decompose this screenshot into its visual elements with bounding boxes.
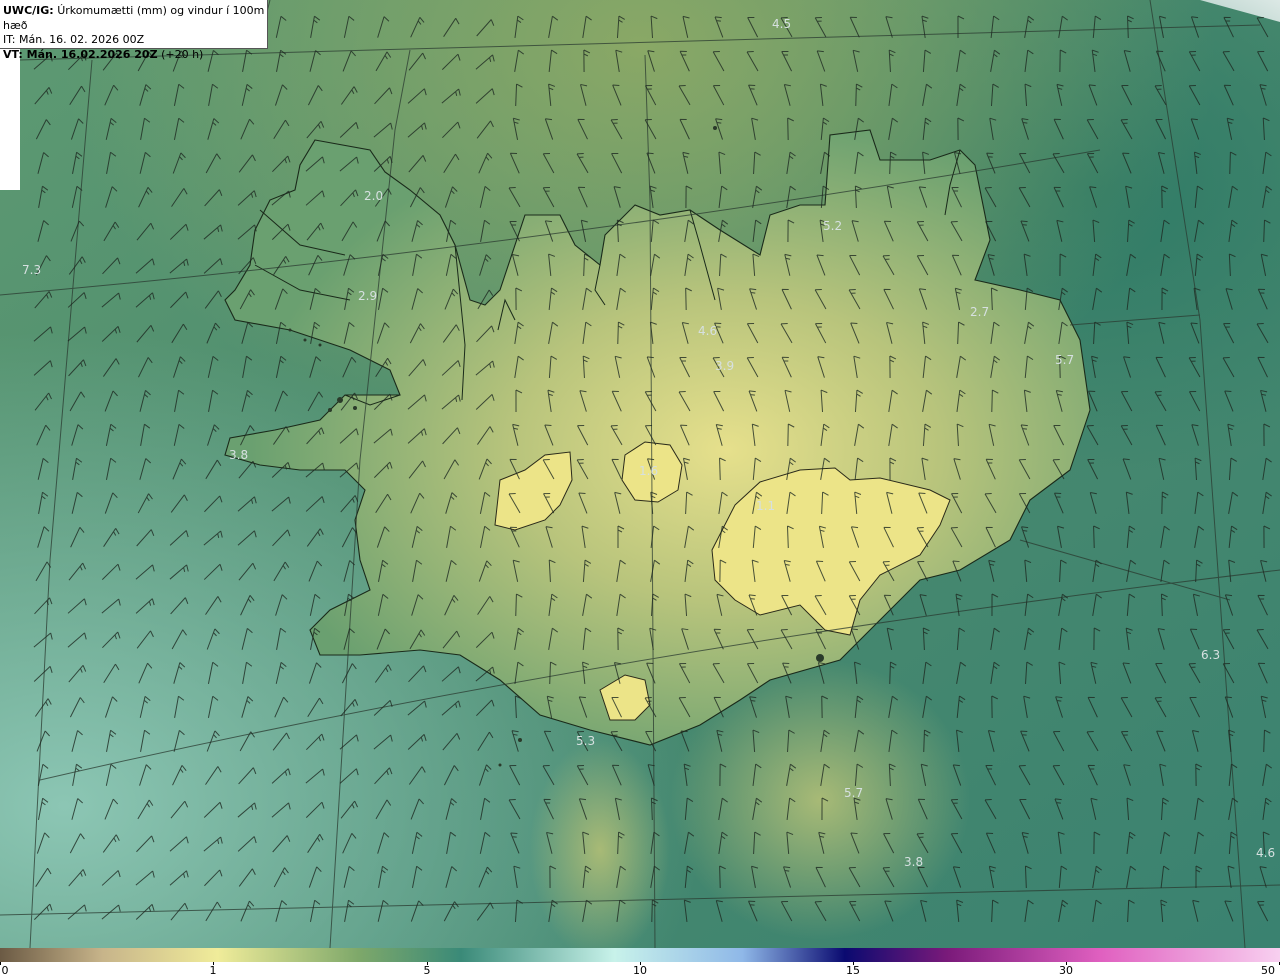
value-label: 3.9 (715, 359, 734, 373)
value-label: 1.6 (639, 464, 658, 478)
colorbar-label: 15 (846, 964, 860, 977)
value-label: 5.7 (844, 786, 863, 800)
forecast-offset: (+20 h) (161, 47, 204, 61)
init-time: IT: Mán. 16. 02. 2026 00Z (3, 33, 145, 46)
map-header: UWC/IG: Úrkomumætti (mm) og vindur í 100… (0, 0, 268, 61)
title-line: UWC/IG: Úrkomumætti (mm) og vindur í 100… (3, 4, 267, 33)
colorbar: 0 1 5 10 15 30 50 (0, 948, 1280, 978)
value-label: 2.9 (358, 289, 377, 303)
value-label: 7.3 (22, 263, 41, 277)
value-label: 3.8 (904, 855, 923, 869)
value-label: 5.2 (823, 219, 842, 233)
colorbar-label: 50 (1261, 964, 1275, 977)
colorbar-label: 1 (209, 964, 217, 977)
colorbar-label: 0 (1, 964, 9, 977)
model-name: UWC/IG: (3, 4, 54, 17)
value-label: 4.6 (698, 324, 717, 338)
value-label: 2.7 (970, 305, 989, 319)
colorbar-label: 10 (633, 964, 647, 977)
value-label: 4.5 (772, 17, 791, 31)
value-label: 1.1 (756, 499, 775, 513)
value-label: 4.6 (1256, 846, 1275, 860)
value-label: 5.3 (576, 734, 595, 748)
colorbar-label: 5 (423, 964, 431, 977)
value-label: 5.7 (1055, 353, 1074, 367)
value-label: 3.8 (229, 448, 248, 462)
precipitation-wind-map[interactable]: 4.5 2.0 7.3 2.9 3.8 5.2 4.6 3.9 2.7 5.7 … (0, 0, 1280, 948)
valid-time-line: VT: Mán. 16.02.2026 20Z (+20 h) (3, 48, 267, 63)
value-label: 2.0 (364, 189, 383, 203)
valid-time: VT: Mán. 16.02.2026 20Z (3, 47, 158, 61)
value-label: 6.3 (1201, 648, 1220, 662)
colorbar-strip (0, 948, 1280, 962)
colorbar-label: 30 (1059, 964, 1073, 977)
